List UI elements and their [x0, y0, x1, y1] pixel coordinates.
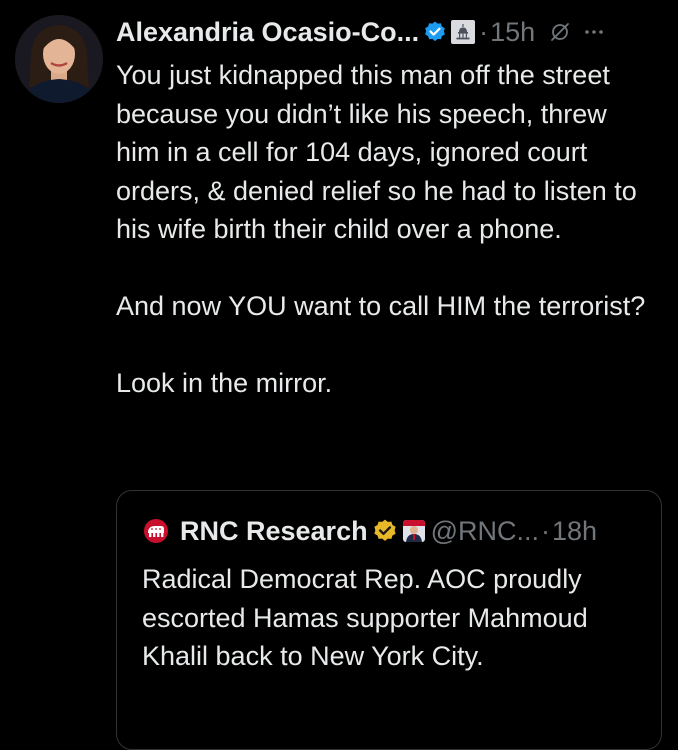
gold-verified-badge-icon [372, 518, 398, 544]
tweet-paragraph: You just kidnapped this man off the stre… [116, 60, 637, 244]
quoted-tweet-header: RNC Research @RNC... · 18h [142, 511, 597, 551]
quoted-timestamp-separator: · [541, 515, 550, 546]
author-avatar[interactable] [15, 15, 103, 103]
republican-elephant-logo-icon [142, 517, 170, 545]
avatar-portrait-image [15, 15, 103, 103]
verified-badge-icon [423, 20, 447, 44]
grok-icon[interactable] [549, 21, 571, 43]
tweet: Alexandria Ocasio-Co... · 15h You just k… [0, 0, 678, 750]
tweet-timestamp[interactable]: 15h [490, 17, 535, 48]
tweet-paragraph: And now YOU want to call HIM the terrori… [116, 291, 646, 321]
affiliate-avatar-icon [402, 520, 425, 542]
quoted-tweet-card[interactable]: RNC Research @RNC... · 18h Radical Democ… [116, 490, 662, 750]
more-dots-icon[interactable] [583, 21, 605, 43]
timestamp-separator: · [479, 16, 489, 47]
quoted-author-name: RNC Research [180, 515, 368, 546]
tweet-paragraph: Look in the mirror. [116, 368, 333, 398]
quoted-timestamp: 18h [552, 515, 598, 546]
tweet-body: You just kidnapped this man off the stre… [116, 56, 656, 403]
tweet-header: Alexandria Ocasio-Co... · 15h [116, 12, 666, 52]
author-name[interactable]: Alexandria Ocasio-Co... [116, 17, 419, 48]
capitol-building-icon [451, 20, 476, 44]
quoted-tweet-text: Radical Democrat Rep. AOC proudly escort… [142, 564, 588, 671]
quoted-author-handle: @RNC... [430, 515, 539, 546]
